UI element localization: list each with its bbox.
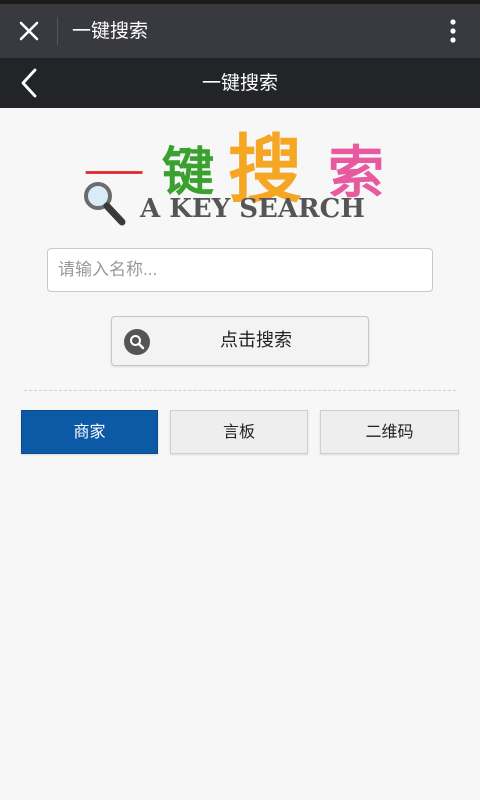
tab-message-board[interactable]: 言板	[170, 410, 308, 454]
logo-subtitle: A KEY SEARCH	[140, 194, 365, 224]
close-button[interactable]	[8, 10, 50, 52]
divider	[24, 390, 456, 391]
more-vertical-icon	[450, 19, 456, 43]
search-button[interactable]: 点击搜索	[111, 316, 369, 366]
magnifier-icon	[84, 182, 126, 226]
divider	[57, 17, 58, 45]
back-button[interactable]	[8, 62, 50, 104]
search-input[interactable]	[47, 248, 433, 292]
logo: 一 键 搜 索 A KEY SEARCH	[80, 110, 400, 230]
page-title: 一键搜索	[201, 72, 278, 94]
tab-qr-code[interactable]: 二维码	[320, 410, 459, 454]
page-header: 一键搜索	[0, 58, 480, 108]
tab-merchants[interactable]: 商家	[21, 410, 158, 454]
more-button[interactable]	[438, 10, 468, 52]
wechat-title: 一键搜索	[72, 20, 149, 42]
wechat-title-bar: 一键搜索	[0, 4, 480, 58]
chevron-left-icon	[21, 68, 37, 98]
close-icon	[19, 21, 39, 41]
search-button-label: 点击搜索	[220, 330, 292, 351]
